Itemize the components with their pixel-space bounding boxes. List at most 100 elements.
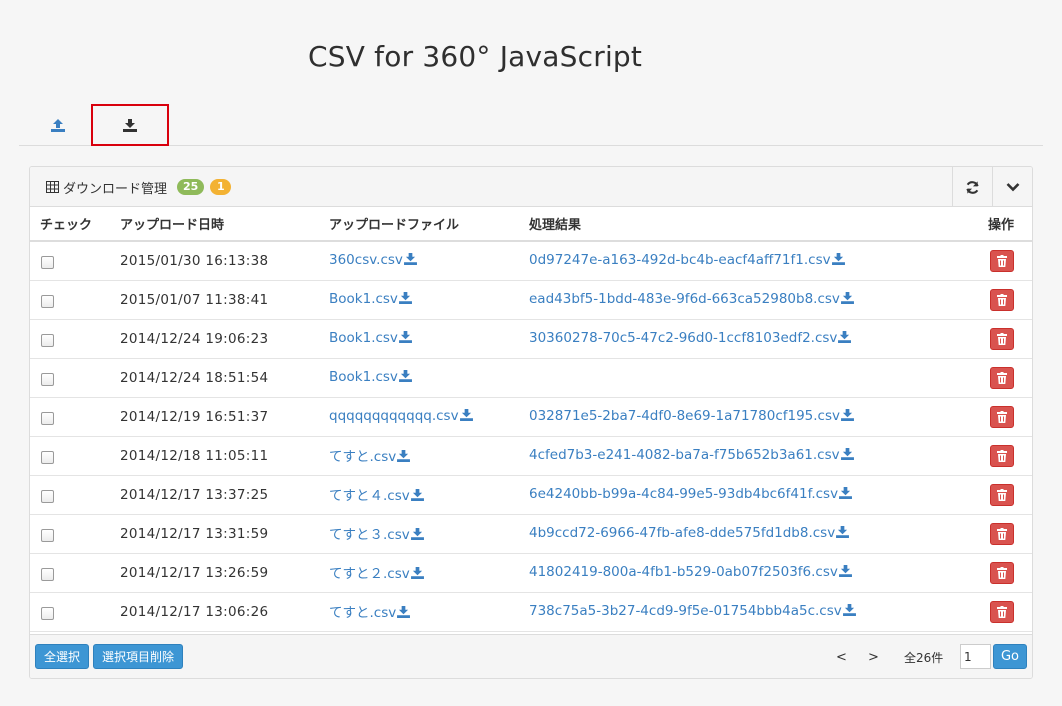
upload-date: 2014/12/17 13:26:59 (120, 564, 269, 581)
download-icon (123, 118, 137, 132)
delete-row-button[interactable] (990, 561, 1014, 584)
row-checkbox[interactable] (41, 489, 54, 503)
download-management-panel: ダウンロード管理 25 1 チェック アップロード日時 アップロードファイル 処… (29, 166, 1033, 679)
result-file-link[interactable]: 0d97247e-a163-492d-bc4b-eacf4aff71f1.csv (529, 252, 845, 268)
row-checkbox[interactable] (41, 333, 54, 347)
prev-page-button[interactable]: < (836, 635, 847, 678)
trash-icon (997, 254, 1007, 267)
delete-row-button[interactable] (990, 483, 1014, 506)
upload-date: 2014/12/17 13:06:26 (120, 603, 269, 620)
download-table: チェック アップロード日時 アップロードファイル 処理結果 操作 2015/01… (30, 207, 1032, 632)
trash-icon (997, 332, 1007, 345)
tab-download[interactable] (91, 104, 169, 146)
table-row: 2014/12/24 18:51:54 Book1.csv (30, 358, 1032, 398)
result-file-link[interactable]: 4cfed7b3-e241-4082-ba7a-f75b652b3a61.csv (529, 447, 854, 463)
download-icon (838, 331, 852, 347)
refresh-button[interactable] (952, 167, 992, 207)
tab-bar (19, 104, 1043, 146)
result-file-link[interactable]: 4b9ccd72-6966-47fb-afe8-dde575fd1db8.csv (529, 525, 850, 542)
upload-date: 2014/12/24 19:06:23 (120, 330, 269, 347)
table-row: 2015/01/07 11:38:41 Book1.csv ead43bf5-1bd… (30, 280, 1032, 320)
upload-file-link[interactable]: てすと.csv (329, 605, 411, 622)
upload-date: 2014/12/17 13:31:59 (120, 525, 269, 542)
next-page-button[interactable]: > (868, 635, 879, 678)
panel-header: ダウンロード管理 25 1 (30, 167, 1032, 207)
upload-file-link[interactable]: てすと４.csv (329, 488, 424, 504)
result-file-link[interactable]: 6e4240bb-b99a-4c84-99e5-93db4bc6f41f.csv (529, 486, 853, 502)
table-row: 2014/12/17 13:26:59 てすと２.csv 41802419-800a… (30, 553, 1032, 593)
go-button[interactable]: Go (993, 644, 1027, 669)
delete-row-button[interactable] (990, 327, 1014, 350)
collapse-button[interactable] (992, 167, 1032, 207)
row-checkbox[interactable] (41, 450, 54, 464)
column-header-check: チェック (30, 207, 120, 242)
result-file-link[interactable]: ead43bf5-1bdd-483e-9f6d-663ca52980b8.csv (529, 291, 854, 307)
download-icon (840, 448, 854, 464)
result-file-link[interactable]: 30360278-70c5-47c2-96d0-1ccf8103edf2.csv (529, 330, 852, 347)
row-checkbox[interactable] (41, 372, 54, 386)
delete-row-button[interactable] (990, 600, 1014, 623)
total-count: 全26件 (904, 650, 944, 665)
delete-row-button[interactable] (990, 444, 1014, 467)
row-checkbox[interactable] (41, 528, 54, 542)
table-row: 2014/12/18 11:05:11 てすと.csv 4cfed7b3-e241-… (30, 436, 1032, 476)
result-file-link[interactable]: 032871e5-2ba7-4df0-8e69-1a71780cf195.csv (529, 408, 854, 424)
download-icon (403, 253, 417, 269)
upload-file-link[interactable]: Book1.csv (329, 330, 412, 346)
upload-file-link[interactable]: 360csv.csv (329, 252, 417, 268)
trash-icon (997, 605, 1007, 618)
upload-date: 2015/01/07 11:38:41 (120, 291, 269, 308)
upload-file-link[interactable]: てすと３.csv (329, 527, 424, 543)
trash-icon (997, 293, 1007, 306)
page-number-input[interactable] (960, 644, 991, 669)
result-file-link[interactable]: 41802419-800a-4fb1-b529-0ab07f2503f6.csv (529, 564, 852, 580)
upload-date: 2014/12/19 16:51:37 (120, 408, 269, 425)
column-header-action: 操作 (969, 207, 1032, 242)
upload-file-link[interactable]: Book1.csv (329, 291, 412, 307)
alert-badge: 1 (210, 179, 232, 195)
download-icon (838, 565, 852, 581)
table-row: 2014/12/17 13:31:59 てすと３.csv 4b9ccd72-6966… (30, 514, 1032, 554)
trash-icon (997, 566, 1007, 579)
row-checkbox[interactable] (41, 411, 54, 425)
upload-date: 2014/12/18 11:05:11 (120, 447, 269, 464)
download-icon (459, 409, 473, 425)
select-all-button[interactable]: 全選択 (35, 644, 89, 669)
download-icon (398, 292, 412, 308)
delete-row-button[interactable] (990, 366, 1014, 389)
download-icon (840, 292, 854, 308)
table-grid-icon (46, 181, 59, 193)
download-icon (841, 409, 854, 425)
download-icon (398, 331, 412, 347)
upload-file-link[interactable]: てすと.csv (329, 449, 411, 465)
upload-file-link[interactable]: qqqqqqqqqqqq.csv (329, 408, 473, 424)
row-checkbox[interactable] (41, 294, 54, 308)
upload-date: 2014/12/24 18:51:54 (120, 369, 269, 386)
column-header-file: アップロードファイル (329, 207, 529, 242)
upload-file-link[interactable]: Book1.csv (329, 369, 412, 385)
trash-icon (997, 488, 1007, 501)
result-file-link[interactable]: 738c75a5-3b27-4cd9-9f5e-01754bbb4a5c.csv (529, 603, 856, 619)
trash-icon (997, 410, 1007, 423)
download-icon (410, 528, 424, 544)
table-row: 2014/12/17 13:37:25 てすと４.csv 6e4240bb-b99a… (30, 475, 1032, 515)
download-icon (410, 567, 424, 583)
upload-file-link[interactable]: てすと２.csv (329, 566, 424, 582)
delete-row-button[interactable] (990, 522, 1014, 545)
download-icon (397, 606, 411, 622)
upload-icon (51, 118, 65, 132)
delete-selected-button[interactable]: 選択項目削除 (93, 644, 183, 669)
column-header-result: 処理結果 (529, 207, 969, 242)
delete-row-button[interactable] (990, 288, 1014, 311)
table-row: 2014/12/17 13:06:26 てすと.csv 738c75a5-3b27-… (30, 592, 1032, 632)
chevron-down-icon (1006, 183, 1019, 192)
tab-upload[interactable] (19, 104, 97, 146)
row-checkbox[interactable] (41, 567, 54, 581)
table-row: 2015/01/30 16:13:38 360csv.csv 0d97247e-a1… (30, 241, 1032, 281)
delete-row-button[interactable] (990, 249, 1014, 272)
download-icon (836, 526, 850, 542)
row-checkbox[interactable] (41, 255, 54, 269)
download-icon (398, 370, 412, 386)
row-checkbox[interactable] (41, 606, 54, 620)
delete-row-button[interactable] (990, 405, 1014, 428)
